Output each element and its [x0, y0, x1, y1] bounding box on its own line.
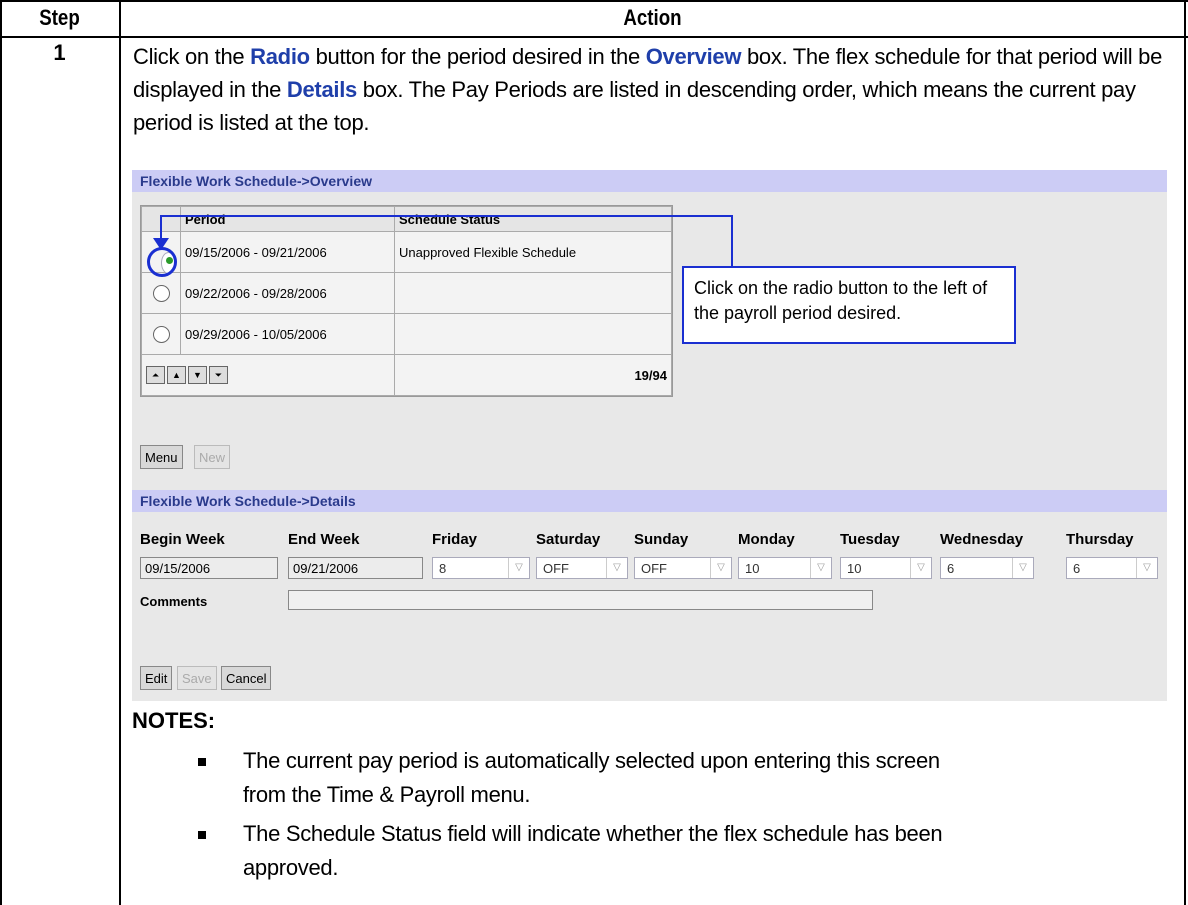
radio-keyword: Radio — [250, 44, 310, 69]
details-section-title: Flexible Work Schedule->Details — [132, 490, 1167, 512]
flex-schedule-screen: Flexible Work Schedule->Overview Period … — [132, 170, 1167, 701]
saturday-value: OFF — [543, 561, 569, 576]
overview-grid: Period Schedule Status 09/15/2006 - 09/2… — [140, 205, 673, 397]
notes-title: NOTES: — [132, 708, 216, 733]
chevron-down-icon: ▽ — [1012, 558, 1033, 578]
previous-page-icon[interactable]: ▲ — [167, 366, 186, 384]
period-cell: 09/22/2006 - 09/28/2006 — [180, 272, 395, 314]
table-column-divider — [119, 0, 121, 905]
note-line: The Schedule Status field will indicate … — [243, 821, 943, 846]
action-column-header: Action — [623, 5, 682, 30]
chevron-down-icon: ▽ — [508, 558, 529, 578]
sunday-label: Sunday — [634, 531, 689, 548]
instruction-paragraph: Click on the Radio button for the period… — [133, 44, 1163, 135]
saturday-select[interactable]: OFF ▽ — [536, 557, 628, 579]
chevron-down-icon: ▽ — [910, 558, 931, 578]
status-cell — [394, 313, 672, 355]
period-cell: 09/29/2006 - 10/05/2006 — [180, 313, 395, 355]
thursday-value: 6 — [1073, 561, 1081, 576]
save-button[interactable]: Save — [177, 666, 217, 690]
friday-select[interactable]: 8 ▽ — [432, 557, 530, 579]
begin-week-field[interactable]: 09/15/2006 — [140, 557, 278, 579]
bullet-icon — [198, 758, 206, 766]
monday-value: 10 — [745, 561, 760, 576]
chevron-down-icon: ▽ — [1136, 558, 1157, 578]
wednesday-value: 6 — [947, 561, 955, 576]
overview-section-title: Flexible Work Schedule->Overview — [132, 170, 1167, 192]
table-row: 09/29/2006 - 10/05/2006 — [141, 313, 672, 355]
menu-button[interactable]: Menu — [140, 445, 183, 469]
tuesday-label: Tuesday — [840, 531, 900, 548]
period-radio-button[interactable] — [152, 325, 170, 343]
grid-navigation: ⏶ ▲ ▼ ⏷ — [146, 366, 390, 384]
end-week-label: End Week — [288, 531, 360, 548]
selection-highlight-circle — [147, 247, 177, 277]
callout-connector-vertical — [731, 215, 733, 267]
edit-button[interactable]: Edit — [140, 666, 173, 690]
status-column-header: Schedule Status — [394, 206, 672, 232]
thursday-label: Thursday — [1066, 531, 1134, 548]
table-row: 09/22/2006 - 09/28/2006 — [141, 272, 672, 314]
friday-value: 8 — [439, 561, 447, 576]
grid-footer: ⏶ ▲ ▼ ⏷ 19/94 — [141, 354, 672, 396]
table-row: 09/15/2006 - 09/21/2006 Unapproved Flexi… — [141, 231, 672, 274]
instruction-callout: Click on the radio button to the left of… — [682, 266, 1016, 344]
new-button[interactable]: New — [194, 445, 231, 469]
period-radio-button[interactable] — [152, 284, 170, 302]
overview-keyword: Overview — [645, 44, 742, 69]
saturday-label: Saturday — [536, 531, 601, 548]
friday-label: Friday — [432, 531, 478, 548]
wednesday-label: Wednesday — [940, 531, 1024, 548]
monday-label: Monday — [738, 531, 795, 548]
first-page-icon[interactable]: ⏶ — [146, 366, 165, 384]
last-page-icon[interactable]: ⏷ — [209, 366, 228, 384]
period-column-header: Period — [180, 206, 395, 232]
status-cell: Unapproved Flexible Schedule — [394, 231, 672, 273]
document-page: Step Action 1 Click on the Radio button … — [0, 0, 1188, 905]
chevron-down-icon: ▽ — [606, 558, 627, 578]
table-border-right — [1184, 0, 1186, 905]
note-line: The current pay period is automatically … — [243, 748, 940, 773]
note-line: from the Time & Payroll menu. — [243, 782, 531, 807]
step-column-header: Step — [39, 5, 80, 30]
page-count: 19/94 — [394, 354, 672, 396]
tuesday-value: 10 — [847, 561, 862, 576]
chevron-down-icon: ▽ — [710, 558, 731, 578]
step-number: 1 — [53, 40, 66, 65]
table-header-divider — [0, 36, 1188, 38]
arrow-down-icon — [153, 238, 169, 250]
sunday-value: OFF — [641, 561, 667, 576]
comments-field[interactable] — [288, 590, 873, 610]
table-border-left — [0, 0, 2, 905]
cancel-button[interactable]: Cancel — [221, 666, 272, 690]
wednesday-select[interactable]: 6 ▽ — [940, 557, 1034, 579]
details-keyword: Details — [286, 77, 357, 102]
bullet-icon — [198, 831, 206, 839]
note-line: approved. — [243, 855, 339, 880]
tuesday-select[interactable]: 10 ▽ — [840, 557, 932, 579]
begin-week-label: Begin Week — [140, 531, 225, 548]
thursday-select[interactable]: 6 ▽ — [1066, 557, 1158, 579]
sunday-select[interactable]: OFF ▽ — [634, 557, 732, 579]
chevron-down-icon: ▽ — [810, 558, 831, 578]
status-cell — [394, 272, 672, 314]
callout-connector-horizontal — [160, 215, 733, 217]
comments-label: Comments — [140, 594, 208, 609]
next-page-icon[interactable]: ▼ — [188, 366, 207, 384]
monday-select[interactable]: 10 ▽ — [738, 557, 832, 579]
period-cell: 09/15/2006 - 09/21/2006 — [180, 231, 395, 273]
end-week-field[interactable]: 09/21/2006 — [288, 557, 423, 579]
